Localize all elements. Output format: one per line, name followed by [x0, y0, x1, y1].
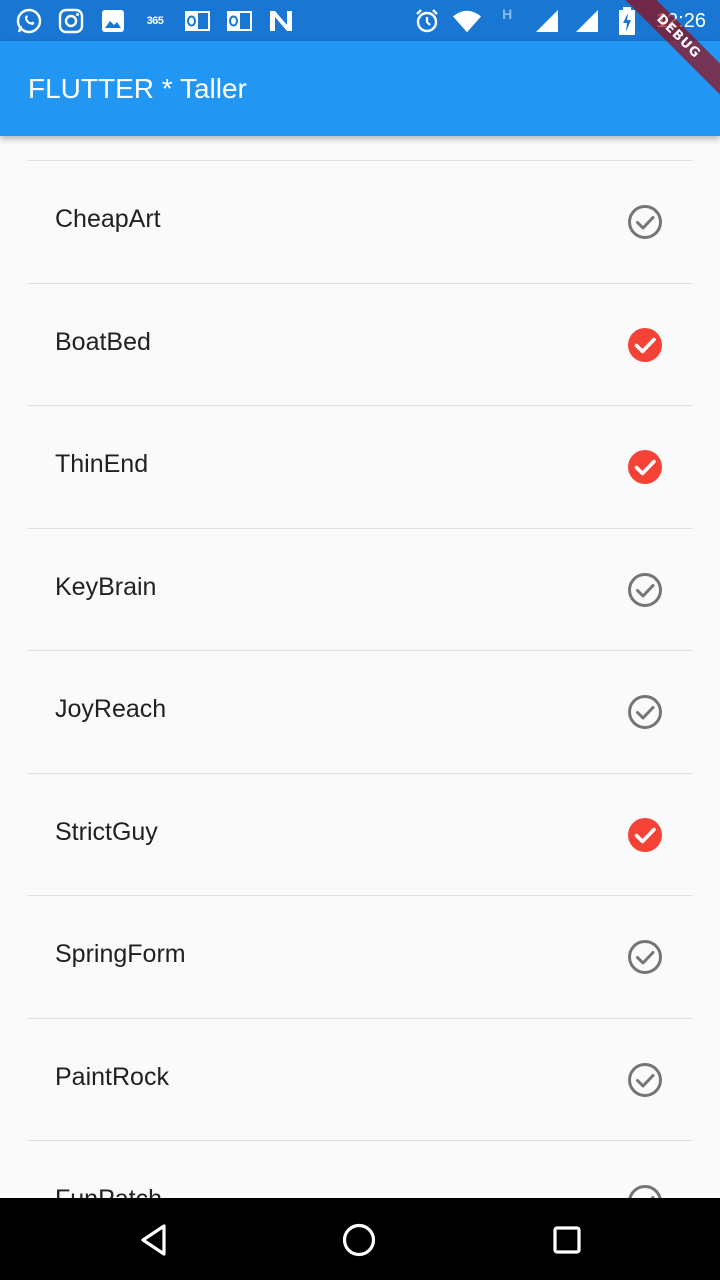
list-item[interactable]: KeyBrain	[27, 529, 693, 651]
list-item-label: StrictGuy	[55, 817, 158, 846]
list-item-label: PaintRock	[55, 1062, 169, 1091]
home-button[interactable]	[339, 1220, 379, 1260]
back-icon	[141, 1224, 166, 1256]
h-signal-icon: H	[492, 6, 522, 36]
n-app-icon	[266, 6, 296, 36]
outlook-icon	[224, 6, 254, 36]
check-circle-filled-icon[interactable]	[627, 817, 663, 853]
wifi-icon	[452, 6, 482, 36]
check-circle-outline-icon[interactable]	[627, 204, 663, 240]
instagram-icon	[56, 6, 86, 36]
recents-icon	[553, 1226, 581, 1254]
notification-icons: 365	[14, 6, 296, 36]
home-icon	[342, 1223, 376, 1257]
list-item-label: JoyReach	[55, 695, 167, 723]
list-item-label: BoatBed	[55, 327, 151, 356]
app-title: FLUTTER * Taller	[28, 73, 247, 104]
cell-signal-icon	[572, 6, 602, 36]
back-button[interactable]	[134, 1220, 174, 1260]
list-item-label: ThinEnd	[55, 450, 149, 478]
outlook-icon	[182, 6, 212, 36]
app-bar: FLUTTER * Taller	[0, 41, 720, 136]
check-circle-filled-icon[interactable]	[627, 327, 663, 363]
list-item-label: FunPatch	[55, 1185, 162, 1198]
navigation-bar	[0, 1198, 720, 1280]
check-circle-outline-icon[interactable]	[627, 939, 663, 975]
check-circle-outline-icon[interactable]	[627, 694, 663, 730]
list-item[interactable]: FunPatch	[27, 1141, 693, 1198]
list-item[interactable]: BoatBed	[27, 284, 693, 406]
status-bar: 365 H 12:26	[0, 0, 720, 41]
list-item[interactable]: PaintRock	[27, 1019, 693, 1141]
status-time: 12:26	[655, 9, 706, 32]
office365-label: 365	[146, 15, 164, 27]
battery-charging-icon	[612, 6, 642, 36]
alarm-icon	[412, 6, 442, 36]
list-item-label: KeyBrain	[55, 572, 157, 601]
cell-signal-icon	[532, 6, 562, 36]
whatsapp-icon	[14, 6, 44, 36]
check-circle-filled-icon[interactable]	[627, 449, 663, 485]
list-item[interactable]: StrictGuy	[27, 774, 693, 896]
list-item-label: SpringForm	[55, 940, 186, 968]
check-circle-outline-icon[interactable]	[627, 572, 663, 608]
list-item[interactable]: ThinEnd	[27, 406, 693, 528]
list-item[interactable]: JoyReach	[27, 651, 693, 773]
recents-button[interactable]	[547, 1220, 587, 1260]
list-item-label: CheapArt	[55, 205, 161, 233]
system-icons: H 12:26	[412, 6, 706, 36]
list-item[interactable]: SpringForm	[27, 896, 693, 1018]
list-item[interactable]: CheapArt	[27, 161, 693, 283]
check-circle-outline-icon[interactable]	[627, 1184, 663, 1198]
h-signal-label: H	[502, 6, 512, 22]
office365-icon: 365	[140, 6, 170, 36]
gallery-icon	[98, 6, 128, 36]
item-list[interactable]: CheapArt BoatBed ThinEnd KeyBrain JoyReach St…	[0, 136, 720, 1198]
check-circle-outline-icon[interactable]	[627, 1062, 663, 1098]
